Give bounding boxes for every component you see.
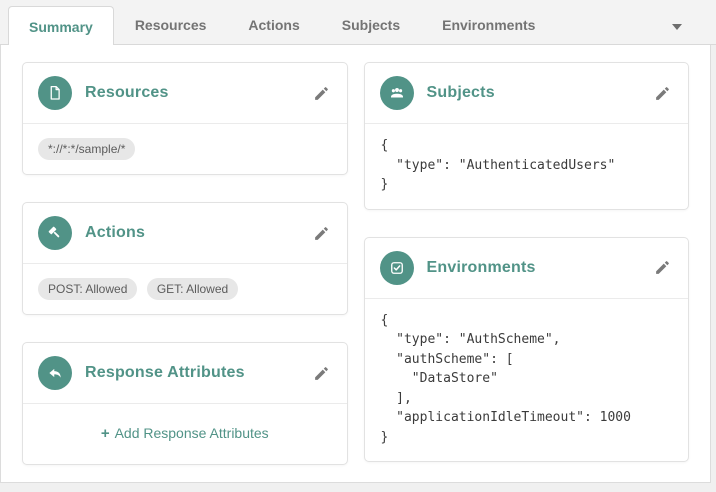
users-icon	[379, 76, 414, 110]
reply-arrow-icon	[38, 356, 72, 390]
resources-card: Resources *://*:*/sample/*	[22, 62, 348, 175]
left-column: Resources *://*:*/sample/* Actions POST:…	[22, 62, 348, 482]
pencil-icon	[313, 86, 330, 105]
response-attributes-card: Response Attributes + Add Response Attrib…	[22, 342, 348, 465]
environments-card-body: { "type": "AuthScheme", "authScheme": [ …	[364, 297, 688, 462]
add-response-attributes-label: Add Response Attributes	[114, 425, 269, 441]
pencil-icon	[654, 86, 671, 105]
tab-summary[interactable]: Summary	[8, 6, 114, 45]
plus-icon: +	[100, 425, 110, 442]
environments-card: Environments { "type": "AuthScheme", "au…	[363, 236, 689, 462]
environments-card-header: Environments	[365, 238, 689, 298]
actions-card-header: Actions	[23, 203, 347, 263]
resources-card-body: *://*:*/sample/*	[23, 123, 347, 174]
edit-actions-button[interactable]	[311, 223, 332, 244]
actions-card-body: POST: Allowed GET: Allowed	[23, 263, 347, 314]
response-attributes-card-body: + Add Response Attributes	[23, 403, 347, 464]
edit-environments-button[interactable]	[652, 257, 673, 278]
environments-card-title: Environments	[426, 258, 536, 276]
add-response-attributes-link[interactable]: + Add Response Attributes	[100, 425, 269, 442]
subjects-card: Subjects { "type": "AuthenticatedUsers" …	[363, 62, 689, 210]
pencil-icon	[313, 366, 330, 385]
environments-json: { "type": "AuthScheme", "authScheme": [ …	[380, 312, 631, 445]
right-column: Subjects { "type": "AuthenticatedUsers" …	[363, 62, 689, 482]
resource-pattern-badge: *://*:*/sample/*	[38, 138, 136, 160]
chevron-down-icon[interactable]	[672, 24, 682, 30]
subjects-card-title: Subjects	[426, 84, 495, 101]
actions-card: Actions POST: Allowed GET: Allowed	[22, 202, 348, 315]
tab-resources[interactable]: Resources	[114, 4, 228, 45]
action-badge-get: GET: Allowed	[146, 278, 239, 300]
subjects-card-body: { "type": "AuthenticatedUsers" }	[364, 123, 688, 209]
summary-panel: Resources *://*:*/sample/* Actions POST:…	[0, 45, 711, 483]
edit-response-attributes-button[interactable]	[311, 363, 332, 384]
tab-environments[interactable]: Environments	[421, 4, 556, 45]
actions-card-title: Actions	[85, 224, 146, 241]
response-attributes-card-header: Response Attributes	[23, 343, 347, 403]
resources-card-title: Resources	[85, 84, 169, 101]
response-attributes-card-title: Response Attributes	[85, 364, 245, 381]
checkbox-checked-icon	[379, 250, 414, 285]
pencil-icon	[654, 261, 671, 279]
gavel-icon	[38, 216, 72, 250]
subjects-card-header: Subjects	[365, 63, 689, 123]
edit-subjects-button[interactable]	[652, 83, 673, 104]
policy-summary-page: Summary Resources Actions Subjects Envir…	[0, 0, 716, 492]
action-badge-post: POST: Allowed	[38, 278, 138, 300]
resources-card-header: Resources	[23, 63, 347, 123]
pencil-icon	[313, 226, 330, 245]
tab-actions[interactable]: Actions	[227, 4, 320, 45]
file-icon	[38, 76, 72, 110]
policy-tabbar: Summary Resources Actions Subjects Envir…	[0, 0, 716, 45]
subjects-json: { "type": "AuthenticatedUsers" }	[380, 138, 616, 192]
tab-subjects[interactable]: Subjects	[321, 4, 421, 45]
edit-resources-button[interactable]	[311, 83, 332, 104]
